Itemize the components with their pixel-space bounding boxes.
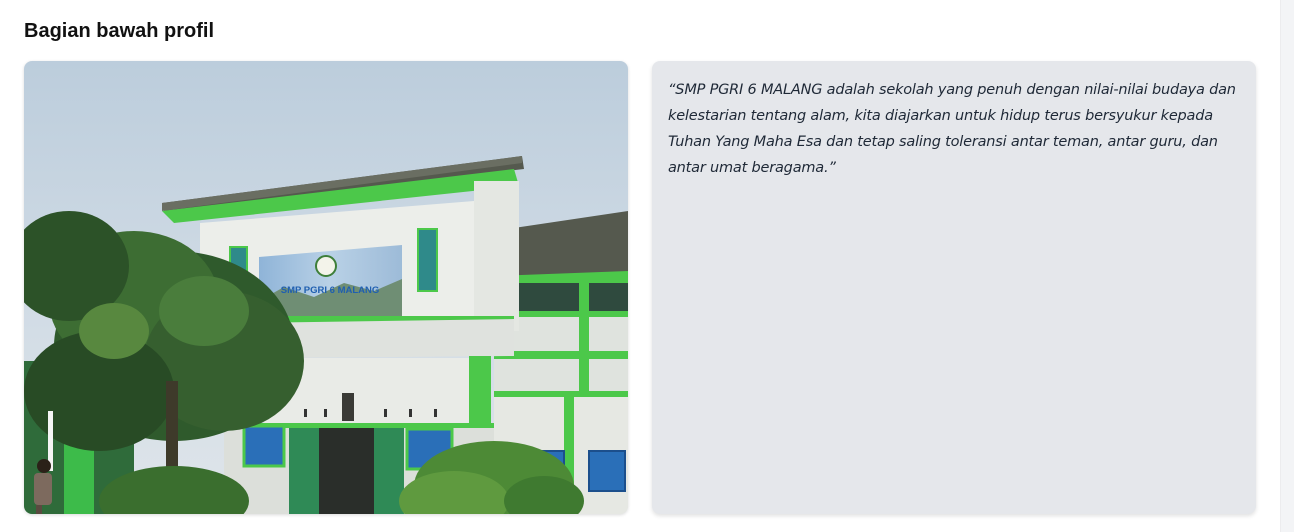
quote-text: “SMP PGRI 6 MALANG adalah sekolah yang p… <box>668 82 1236 176</box>
school-photo-illustration: SMP PGRI 6 MALANG <box>24 61 628 514</box>
scrollbar-track[interactable] <box>1280 0 1294 532</box>
school-photo: SMP PGRI 6 MALANG <box>24 61 628 514</box>
section-title: Bagian bawah profil <box>24 20 215 42</box>
quote-card: “SMP PGRI 6 MALANG adalah sekolah yang p… <box>652 61 1256 514</box>
page: Bagian bawah profil SMP PGRI 6 MALANG “S… <box>0 0 1280 532</box>
school-sign-text: SMP PGRI 6 MALANG <box>281 285 380 296</box>
